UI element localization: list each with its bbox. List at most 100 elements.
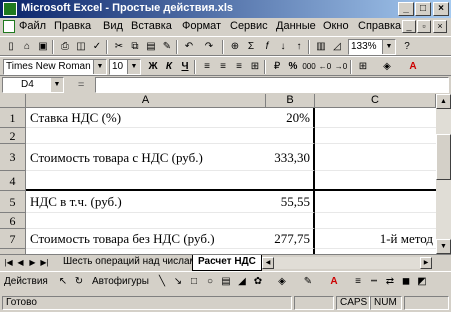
- print-preview-icon[interactable]: ◫: [74, 40, 88, 54]
- cell-a1[interactable]: Ставка НДС (%): [26, 108, 266, 128]
- cell-b6[interactable]: [266, 213, 315, 229]
- menu-format[interactable]: Формат: [182, 20, 221, 32]
- row-header[interactable]: 6: [0, 213, 26, 229]
- row-header[interactable]: 7: [0, 229, 26, 249]
- close-button[interactable]: ×: [433, 2, 449, 16]
- cell-c5[interactable]: [315, 191, 436, 213]
- worksheet-grid[interactable]: A B C 1 Ставка НДС (%) 20% 2 3 Стоимость това…: [0, 94, 436, 254]
- prev-sheet-icon[interactable]: ◀: [15, 257, 26, 269]
- chevron-down-icon[interactable]: ▼: [127, 60, 140, 74]
- menu-view[interactable]: Вид: [103, 20, 123, 32]
- decrease-decimal-icon[interactable]: →0: [334, 60, 348, 74]
- paste-icon[interactable]: ▤: [144, 40, 158, 54]
- italic-button[interactable]: К: [162, 60, 176, 74]
- menu-tools[interactable]: Сервис: [230, 20, 268, 32]
- last-sheet-icon[interactable]: ▶|: [39, 257, 50, 269]
- increase-decimal-icon[interactable]: ←0: [318, 60, 332, 74]
- borders-icon[interactable]: ⊞: [356, 60, 370, 74]
- select-objects-icon[interactable]: ↖: [56, 275, 70, 289]
- open-folder-icon[interactable]: ⌂: [20, 40, 34, 54]
- clipart-icon[interactable]: ✿: [251, 275, 265, 289]
- horizontal-scrollbar[interactable]: ◀ ▶: [262, 257, 432, 269]
- select-all-corner[interactable]: [0, 94, 26, 108]
- zoom-select[interactable]: 133% ▼: [348, 39, 396, 55]
- formula-input[interactable]: [95, 77, 449, 93]
- cut-icon[interactable]: ✂: [112, 40, 126, 54]
- new-document-icon[interactable]: ▯: [4, 40, 18, 54]
- row-header[interactable]: 5: [0, 191, 26, 213]
- shadow-icon[interactable]: ◼: [399, 275, 413, 289]
- menu-help[interactable]: Справка: [358, 20, 401, 32]
- next-sheet-icon[interactable]: ▶: [27, 257, 38, 269]
- font-name-select[interactable]: Times New Roman Cyr ▼: [3, 59, 107, 75]
- font-color-icon[interactable]: A: [327, 275, 341, 289]
- menu-window[interactable]: Окно: [323, 20, 349, 32]
- first-sheet-icon[interactable]: |◀: [3, 257, 14, 269]
- 3d-icon[interactable]: ◩: [415, 275, 429, 289]
- cell-a2[interactable]: [26, 128, 266, 144]
- chevron-down-icon[interactable]: ▼: [51, 78, 63, 92]
- align-right-icon[interactable]: ≡: [232, 60, 246, 74]
- font-color-icon[interactable]: A: [406, 60, 420, 74]
- align-left-icon[interactable]: ≡: [200, 60, 214, 74]
- spelling-icon[interactable]: ✓: [90, 40, 104, 54]
- sort-ascending-icon[interactable]: ↓: [276, 40, 290, 54]
- cell-b7[interactable]: 277,75: [266, 229, 315, 249]
- currency-icon[interactable]: ₽: [270, 60, 284, 74]
- column-header-c[interactable]: C: [315, 94, 436, 108]
- drawing-icon[interactable]: ◿: [330, 40, 344, 54]
- fill-color-icon[interactable]: ◈: [275, 275, 289, 289]
- cell-a4[interactable]: [26, 171, 266, 191]
- wordart-icon[interactable]: ◢: [235, 275, 249, 289]
- column-header-a[interactable]: A: [26, 94, 266, 108]
- doc-close-button[interactable]: ×: [433, 20, 447, 33]
- function-icon[interactable]: f: [260, 40, 274, 54]
- cell-c6[interactable]: [315, 213, 436, 229]
- line-style-icon[interactable]: ≡: [351, 275, 365, 289]
- sort-descending-icon[interactable]: ↑: [292, 40, 306, 54]
- chevron-down-icon[interactable]: ▼: [93, 60, 106, 74]
- align-center-icon[interactable]: ≡: [216, 60, 230, 74]
- cell-b2[interactable]: [266, 128, 315, 144]
- arrow-icon[interactable]: ↘: [171, 275, 185, 289]
- doc-minimize-button[interactable]: _: [402, 20, 416, 33]
- document-icon[interactable]: [3, 20, 15, 33]
- merge-center-icon[interactable]: ⊞: [248, 60, 262, 74]
- bold-button[interactable]: Ж: [146, 60, 160, 74]
- text-box-icon[interactable]: ▤: [219, 275, 233, 289]
- scroll-left-icon[interactable]: ◀: [262, 257, 274, 269]
- cell-b4[interactable]: [266, 171, 315, 191]
- sheet-tab-operations[interactable]: Шесть операций над числами: [58, 255, 207, 270]
- sheet-tab-vat[interactable]: Расчет НДС: [192, 255, 262, 271]
- cell-c7[interactable]: 1-й метод: [315, 229, 436, 249]
- name-box[interactable]: D4 ▼: [2, 77, 64, 93]
- free-rotate-icon[interactable]: ↻: [72, 275, 86, 289]
- column-header-b[interactable]: B: [266, 94, 315, 108]
- thousands-button[interactable]: 000: [302, 60, 316, 74]
- cell-a5[interactable]: НДС в т.ч. (руб.): [26, 191, 266, 213]
- cell-c2[interactable]: [315, 128, 436, 144]
- underline-button[interactable]: Ч: [178, 60, 192, 74]
- fill-color-icon[interactable]: ◈: [380, 60, 394, 74]
- minimize-button[interactable]: _: [398, 2, 414, 16]
- rectangle-icon[interactable]: □: [187, 275, 201, 289]
- cell-c4[interactable]: [315, 171, 436, 191]
- cell-c1[interactable]: [315, 108, 436, 128]
- maximize-button[interactable]: □: [415, 2, 431, 16]
- chart-wizard-icon[interactable]: ▥: [314, 40, 328, 54]
- cell-a6[interactable]: [26, 213, 266, 229]
- cell-b1[interactable]: 20%: [266, 108, 315, 128]
- percent-button[interactable]: %: [286, 60, 300, 74]
- line-color-icon[interactable]: ✎: [301, 275, 315, 289]
- cell-c3[interactable]: [315, 144, 436, 171]
- redo-icon[interactable]: ↷: [202, 40, 216, 54]
- chevron-down-icon[interactable]: ▼: [382, 40, 395, 54]
- help-icon[interactable]: ?: [400, 40, 414, 54]
- line-icon[interactable]: ╲: [155, 275, 169, 289]
- undo-icon[interactable]: ↶: [182, 40, 196, 54]
- scroll-up-icon[interactable]: ▲: [436, 94, 451, 109]
- font-size-select[interactable]: 10 ▼: [109, 59, 141, 75]
- print-icon[interactable]: ⎙: [58, 40, 72, 54]
- oval-icon[interactable]: ○: [203, 275, 217, 289]
- copy-icon[interactable]: ⧉: [128, 40, 142, 54]
